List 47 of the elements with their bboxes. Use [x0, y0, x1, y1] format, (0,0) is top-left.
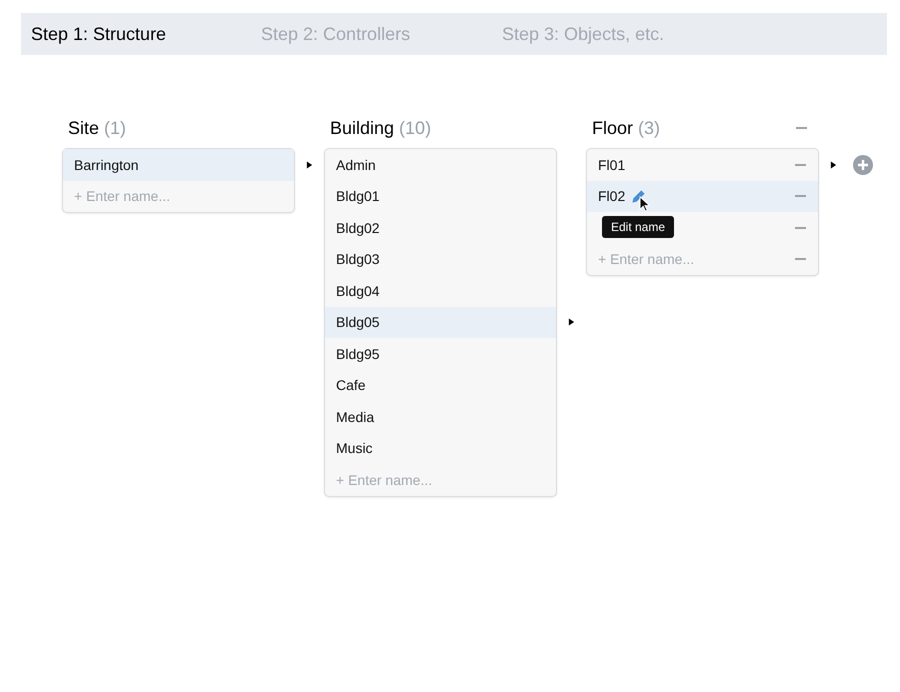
step-tab[interactable]: Step 1: Structure [31, 24, 251, 44]
column-title: Building [330, 118, 394, 138]
list-item[interactable]: Bldg02 [325, 212, 556, 244]
item-name: Bldg03 [336, 251, 380, 268]
list-item[interactable]: Bldg03 [325, 244, 556, 275]
item-name: Media [336, 408, 374, 425]
list-item[interactable]: Cafe [325, 370, 556, 401]
placeholder-text: + Enter name... [336, 472, 432, 488]
list-item[interactable]: Fl01 [587, 149, 818, 180]
item-name: Cafe [336, 377, 366, 394]
list-item[interactable]: Bldg05 [325, 306, 556, 338]
list-item[interactable]: Admin [325, 149, 556, 180]
list-item[interactable]: Bldg01 [325, 180, 556, 212]
pencil-icon[interactable] [631, 188, 646, 204]
expand-arrow-icon[interactable] [306, 160, 313, 170]
item-name: Bldg04 [336, 282, 380, 299]
item-name: Bldg02 [336, 220, 380, 236]
column-title: Floor [592, 118, 634, 138]
column-count: (10) [399, 118, 432, 138]
item-name: Admin [336, 156, 376, 173]
expand-arrow-icon[interactable] [830, 160, 837, 170]
placeholder-text: + Enter name... [598, 251, 694, 268]
cursor-icon [639, 196, 650, 212]
list-item[interactable]: Bldg04 [325, 275, 556, 306]
minus-icon[interactable] [795, 164, 806, 166]
item-name: Barrington [74, 156, 139, 173]
item-name: Bldg05 [336, 314, 380, 330]
item-name: Fl02 [598, 188, 626, 204]
list-item[interactable]: Music [325, 432, 556, 464]
item-name: Music [336, 440, 373, 456]
list-item[interactable]: Media [325, 401, 556, 432]
item-name: Fl01 [598, 156, 626, 173]
placeholder-text: + Enter name... [74, 188, 170, 204]
add-icon[interactable] [853, 154, 873, 175]
minus-icon[interactable] [795, 258, 806, 260]
tooltip: Edit name [602, 216, 674, 238]
column-count: (1) [104, 118, 126, 138]
minus-icon[interactable] [795, 195, 806, 198]
list-item[interactable]: Fl02 [587, 180, 818, 212]
item-name: Bldg95 [336, 346, 380, 362]
expand-arrow-icon[interactable] [568, 317, 575, 328]
column-count: (3) [638, 118, 660, 138]
item-name: Bldg01 [336, 188, 380, 204]
minus-icon[interactable] [795, 226, 806, 229]
column-title: Site [68, 118, 100, 138]
list-item[interactable]: Bldg95 [325, 338, 556, 370]
list-item[interactable]: Barrington [63, 149, 294, 180]
